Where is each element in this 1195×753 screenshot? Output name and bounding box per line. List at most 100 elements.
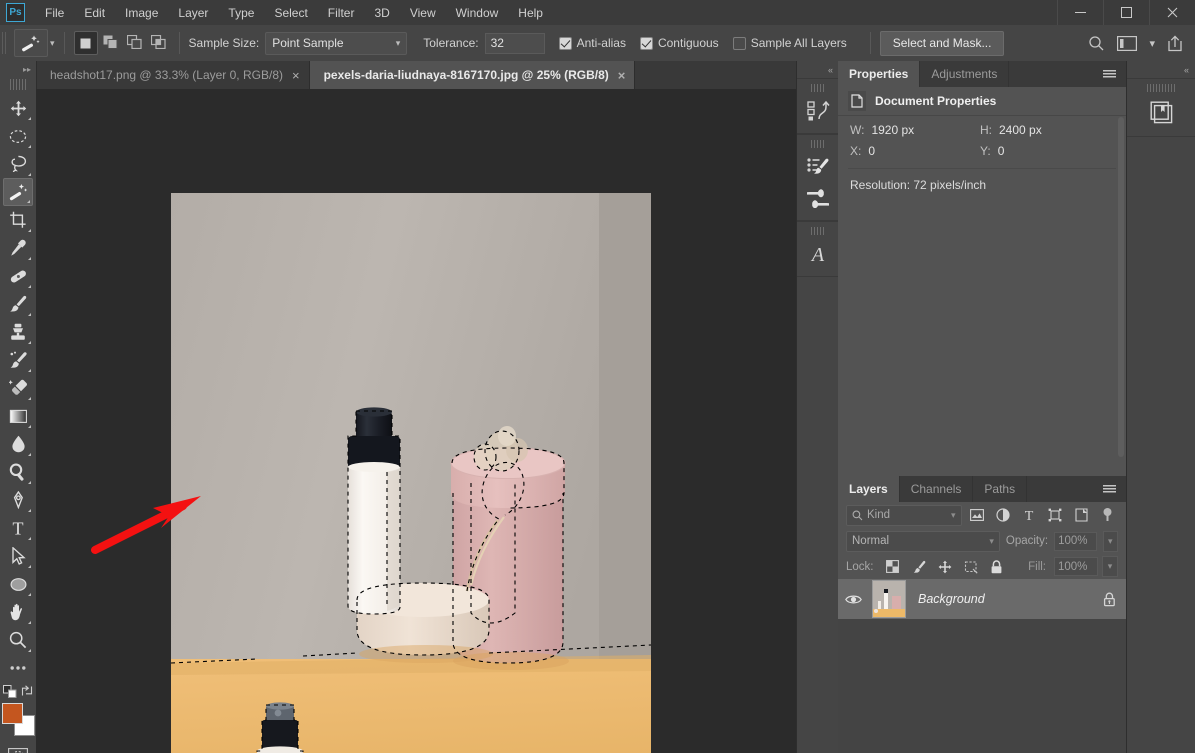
intersect-with-selection-button[interactable] — [148, 31, 170, 53]
tool-eyedropper[interactable] — [3, 234, 33, 262]
quick-mask-button[interactable] — [3, 742, 33, 753]
tool-clone-stamp[interactable] — [3, 318, 33, 346]
active-tool-preview[interactable] — [14, 29, 48, 57]
menu-help[interactable]: Help — [508, 2, 553, 24]
libraries-collapse-button[interactable]: « — [1127, 61, 1195, 78]
scrollbar-thumb[interactable] — [1118, 117, 1124, 457]
x-value[interactable]: 0 — [868, 144, 875, 158]
filter-toggle-button[interactable] — [1097, 505, 1118, 525]
tab-paths[interactable]: Paths — [973, 476, 1028, 502]
libraries-group-grip[interactable] — [1146, 84, 1177, 92]
tool-pen[interactable] — [3, 486, 33, 514]
menu-select[interactable]: Select — [264, 2, 317, 24]
fill-stepper[interactable]: ▾ — [1102, 556, 1118, 577]
tool-eraser[interactable] — [3, 374, 33, 402]
tab-adjustments[interactable]: Adjustments — [920, 61, 1010, 87]
tool-spot-healing-brush[interactable] — [3, 262, 33, 290]
dock-group-grip[interactable] — [810, 140, 826, 148]
select-and-mask-button[interactable]: Select and Mask... — [879, 30, 1005, 56]
layer-visibility-toggle[interactable] — [838, 594, 868, 605]
menu-filter[interactable]: Filter — [318, 2, 365, 24]
filter-smart-objects-button[interactable] — [1071, 505, 1092, 525]
menu-window[interactable]: Window — [446, 2, 509, 24]
dock-group-grip[interactable] — [810, 84, 826, 92]
libraries-panel-button[interactable] — [1147, 98, 1177, 128]
filter-pixel-layers-button[interactable] — [967, 505, 988, 525]
canvas-area[interactable] — [36, 89, 796, 753]
filter-type-layers-button[interactable]: T — [1019, 505, 1040, 525]
tab-properties[interactable]: Properties — [838, 61, 921, 87]
document-tab-headshot[interactable]: headshot17.png @ 33.3% (Layer 0, RGB/8) … — [36, 61, 310, 89]
foreground-color-swatch[interactable] — [2, 703, 23, 724]
blend-mode-select[interactable]: Normal ▾ — [846, 530, 1000, 552]
toolbar-grip[interactable] — [10, 79, 26, 90]
lock-artboard-nesting-button[interactable] — [960, 557, 982, 577]
sample-all-layers-checkbox[interactable]: Sample All Layers — [732, 36, 847, 50]
dock-collapse-button[interactable]: « — [797, 61, 839, 78]
opacity-stepper[interactable]: ▾ — [1102, 530, 1118, 552]
glyphs-panel-button[interactable]: A — [801, 239, 835, 269]
tool-move[interactable] — [3, 94, 33, 122]
subtract-from-selection-button[interactable] — [124, 31, 146, 53]
minimize-button[interactable] — [1057, 0, 1103, 25]
tab-layers[interactable]: Layers — [838, 476, 900, 502]
tool-blur[interactable] — [3, 430, 33, 458]
tool-zoom[interactable] — [3, 626, 33, 654]
width-value[interactable]: 1920 px — [871, 123, 914, 137]
tab-close-icon[interactable]: × — [292, 69, 300, 82]
tool-magic-wand[interactable] — [3, 178, 33, 206]
add-to-selection-button[interactable] — [100, 31, 122, 53]
toolbar-collapse-button[interactable]: ▸▸ — [0, 61, 36, 77]
properties-panel-menu-button[interactable] — [1093, 61, 1126, 87]
brush-settings-panel-button[interactable] — [801, 152, 835, 182]
tool-dodge[interactable] — [3, 458, 33, 486]
document-tab-pexels[interactable]: pexels-daria-liudnaya-8167170.jpg @ 25% … — [309, 61, 636, 89]
history-panel-button[interactable] — [801, 96, 835, 126]
default-colors-icon[interactable] — [3, 684, 17, 698]
tool-history-brush[interactable] — [3, 346, 33, 374]
new-selection-button[interactable] — [73, 31, 98, 55]
tool-lasso[interactable] — [3, 150, 33, 178]
fill-input[interactable]: 100% — [1054, 557, 1098, 576]
lock-position-button[interactable] — [934, 557, 956, 577]
tool-preset-chevron-icon[interactable]: ▾ — [50, 38, 55, 49]
menu-view[interactable]: View — [400, 2, 446, 24]
height-value[interactable]: 2400 px — [999, 123, 1042, 137]
lock-image-pixels-button[interactable] — [908, 557, 930, 577]
tool-gradient[interactable] — [3, 402, 33, 430]
anti-alias-checkbox[interactable]: Anti-alias — [558, 36, 626, 50]
close-button[interactable] — [1149, 0, 1195, 25]
layers-panel-menu-button[interactable] — [1093, 476, 1126, 502]
properties-panel-scrollbar[interactable] — [1118, 117, 1124, 497]
layer-name[interactable]: Background — [910, 592, 1092, 606]
lock-all-button[interactable] — [986, 557, 1008, 577]
table-row[interactable]: Background — [838, 579, 1126, 619]
document-canvas[interactable] — [171, 193, 651, 753]
filter-adjustment-layers-button[interactable] — [993, 505, 1014, 525]
lock-transparent-pixels-button[interactable] — [882, 557, 904, 577]
workspace-chevron-down-icon[interactable]: ▾ — [1149, 37, 1155, 50]
tool-edit-toolbar[interactable] — [3, 654, 33, 682]
tolerance-input[interactable]: 32 — [484, 32, 545, 54]
menu-file[interactable]: File — [35, 2, 74, 24]
share-icon[interactable] — [1167, 34, 1183, 52]
contiguous-checkbox[interactable]: Contiguous — [639, 36, 719, 50]
options-bar-grip[interactable] — [0, 25, 9, 61]
tab-channels[interactable]: Channels — [899, 476, 974, 502]
layer-lock-indicator[interactable] — [1092, 592, 1126, 607]
filter-shape-layers-button[interactable] — [1045, 505, 1066, 525]
tool-crop[interactable] — [3, 206, 33, 234]
tool-type[interactable]: T — [3, 514, 33, 542]
menu-type[interactable]: Type — [218, 2, 264, 24]
menu-edit[interactable]: Edit — [74, 2, 115, 24]
menu-3d[interactable]: 3D — [364, 2, 399, 24]
tool-path-selection[interactable] — [3, 542, 33, 570]
swap-colors-icon[interactable] — [21, 685, 33, 697]
maximize-button[interactable] — [1103, 0, 1149, 25]
layer-filter-kind-select[interactable]: Kind ▾ — [846, 504, 962, 526]
sample-size-select[interactable]: Point Sample ▾ — [265, 31, 408, 55]
tool-hand[interactable] — [3, 598, 33, 626]
tab-close-icon[interactable]: × — [618, 69, 626, 82]
character-styles-panel-button[interactable] — [801, 183, 835, 213]
tool-brush[interactable] — [3, 290, 33, 318]
